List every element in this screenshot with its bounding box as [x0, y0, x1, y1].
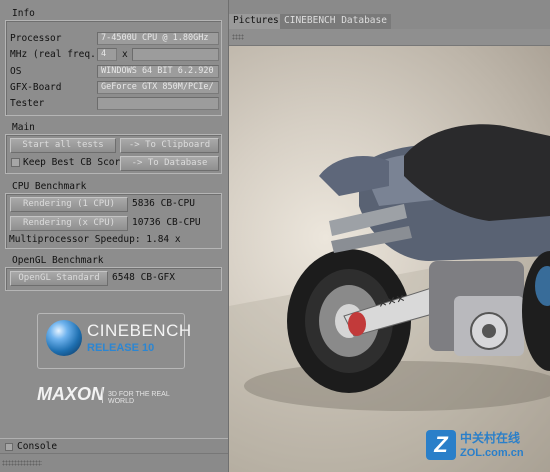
console-bar: Console [0, 438, 228, 472]
info-group-title: Info [12, 8, 35, 19]
keep-best-label: Keep Best CB Score [23, 157, 126, 168]
console-label: Console [17, 441, 58, 452]
maxon-wordmark: MAXON [37, 384, 104, 404]
main-group: Main Start all tests -> To Clipboard Kee… [5, 122, 222, 174]
console-toggle[interactable] [5, 443, 13, 451]
mhz-field[interactable]: 4 [97, 48, 117, 61]
picture-toolbar [229, 29, 550, 46]
cpu-group-title: CPU Benchmark [12, 181, 87, 192]
maxon-tagline: 3D FOR THE REAL WORLD [108, 391, 170, 405]
pictures-panel: Pictures CINEBENCH Database ✕✕✕ Z 中关村在线 … [229, 0, 550, 472]
toolbar-grip[interactable] [232, 34, 244, 40]
tab-bar: Pictures CINEBENCH Database [229, 14, 550, 29]
rendering-1cpu-score: 5836 CB-CPU [132, 198, 195, 209]
to-clipboard-button[interactable]: -> To Clipboard [120, 138, 219, 153]
opengl-standard-score: 6548 CB-GFX [112, 272, 175, 283]
cinebench-sphere-icon [46, 320, 82, 356]
rendering-1cpu-button[interactable]: Rendering (1 CPU) [10, 197, 128, 212]
tester-label: Tester [10, 98, 45, 109]
os-label: OS [10, 66, 22, 77]
cpu-benchmark-group: CPU Benchmark Rendering (1 CPU) 5836 CB-… [5, 181, 222, 249]
gfx-field[interactable]: GeForce GTX 850M/PCIe/ [97, 81, 219, 94]
mhz-freq-field[interactable] [132, 48, 219, 61]
zol-logo-icon: Z [426, 430, 456, 460]
right-top-strip [229, 0, 550, 14]
processor-field[interactable]: 7-4500U CPU @ 1.80GHz [97, 32, 219, 45]
zol-cn-text: 中关村在线 [460, 431, 521, 445]
left-panel: Info Processor 7-4500U CPU @ 1.80GHz MHz… [0, 0, 228, 472]
to-database-button[interactable]: -> To Database [120, 156, 219, 171]
rendering-xcpu-score: 10736 CB-CPU [132, 217, 201, 228]
opengl-group-title: OpenGL Benchmark [12, 255, 104, 266]
mhz-multiplier: x [122, 49, 128, 60]
os-field[interactable]: WINDOWS 64 BIT 6.2.920 [97, 65, 219, 78]
maxon-logo: MAXON 3D FOR THE REAL WORLD [37, 384, 197, 408]
info-group: Info Processor 7-4500U CPU @ 1.80GHz MHz… [5, 8, 222, 116]
start-all-tests-button[interactable]: Start all tests [10, 138, 116, 153]
gfx-label: GFX-Board [10, 82, 62, 93]
console-grip[interactable] [2, 460, 42, 466]
render-view: ✕✕✕ Z 中关村在线 ZOL.com.cn [229, 46, 550, 472]
tester-field[interactable] [97, 97, 219, 110]
opengl-standard-button[interactable]: OpenGL Standard [10, 271, 108, 286]
mhz-label: MHz (real freq.) [10, 49, 102, 60]
cinebench-wordmark: CINEBENCH [87, 321, 192, 340]
cinebench-logo: CINEBENCH RELEASE 10 [37, 313, 191, 369]
multiprocessor-speedup: Multiprocessor Speedup: 1.84 x [9, 234, 181, 245]
tab-cinebench-database[interactable]: CINEBENCH Database [280, 14, 391, 29]
tab-pictures[interactable]: Pictures [229, 14, 283, 29]
main-group-title: Main [12, 122, 35, 133]
processor-label: Processor [10, 33, 62, 44]
release-wordmark: RELEASE 10 [87, 342, 155, 354]
motorbike-render-image: ✕✕✕ [229, 124, 550, 472]
zol-site-text: ZOL.com.cn [460, 447, 524, 459]
opengl-benchmark-group: OpenGL Benchmark OpenGL Standard 6548 CB… [5, 255, 222, 291]
rendering-xcpu-button[interactable]: Rendering (x CPU) [10, 216, 128, 231]
zol-watermark: Z 中关村在线 ZOL.com.cn [426, 428, 546, 466]
keep-best-checkbox[interactable] [11, 158, 20, 167]
